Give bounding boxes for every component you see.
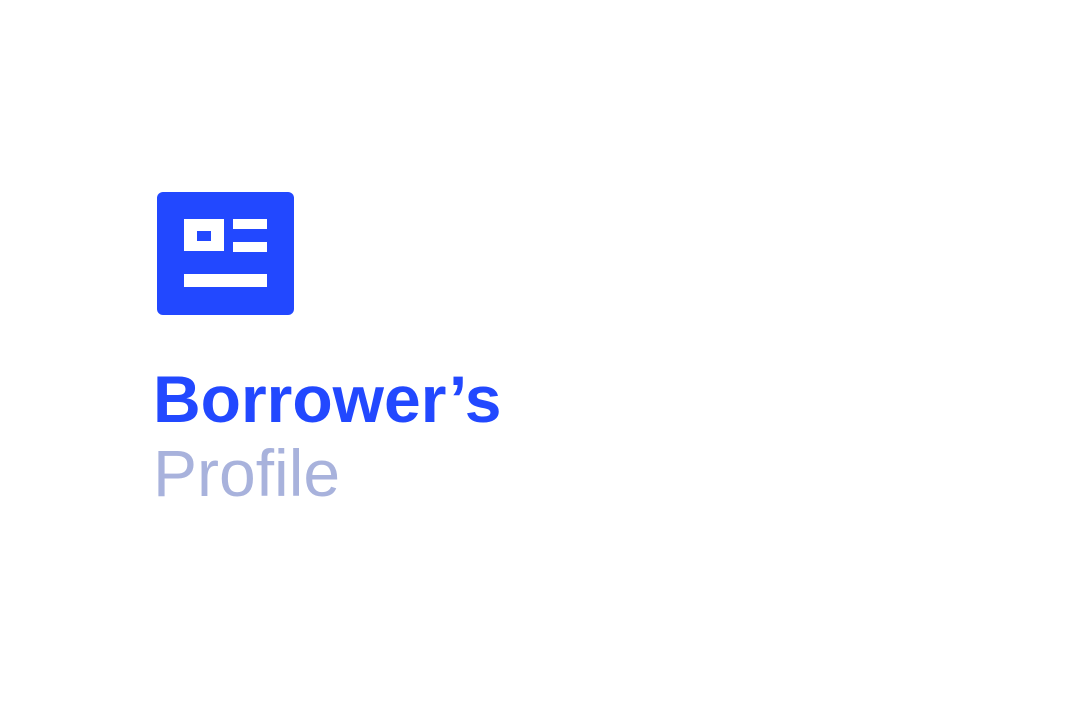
avatar-hole: [197, 231, 211, 241]
title-secondary: Profile: [153, 436, 341, 510]
info-bar-middle: [233, 242, 267, 252]
profile-card-icon-graphic: [184, 219, 267, 287]
profile-card-icon: [157, 192, 294, 315]
title-primary: Borrower’s: [153, 362, 502, 436]
info-bar-top: [233, 219, 267, 229]
title-block: Borrower’s Profile: [153, 362, 501, 510]
info-bar-bottom: [184, 274, 267, 287]
